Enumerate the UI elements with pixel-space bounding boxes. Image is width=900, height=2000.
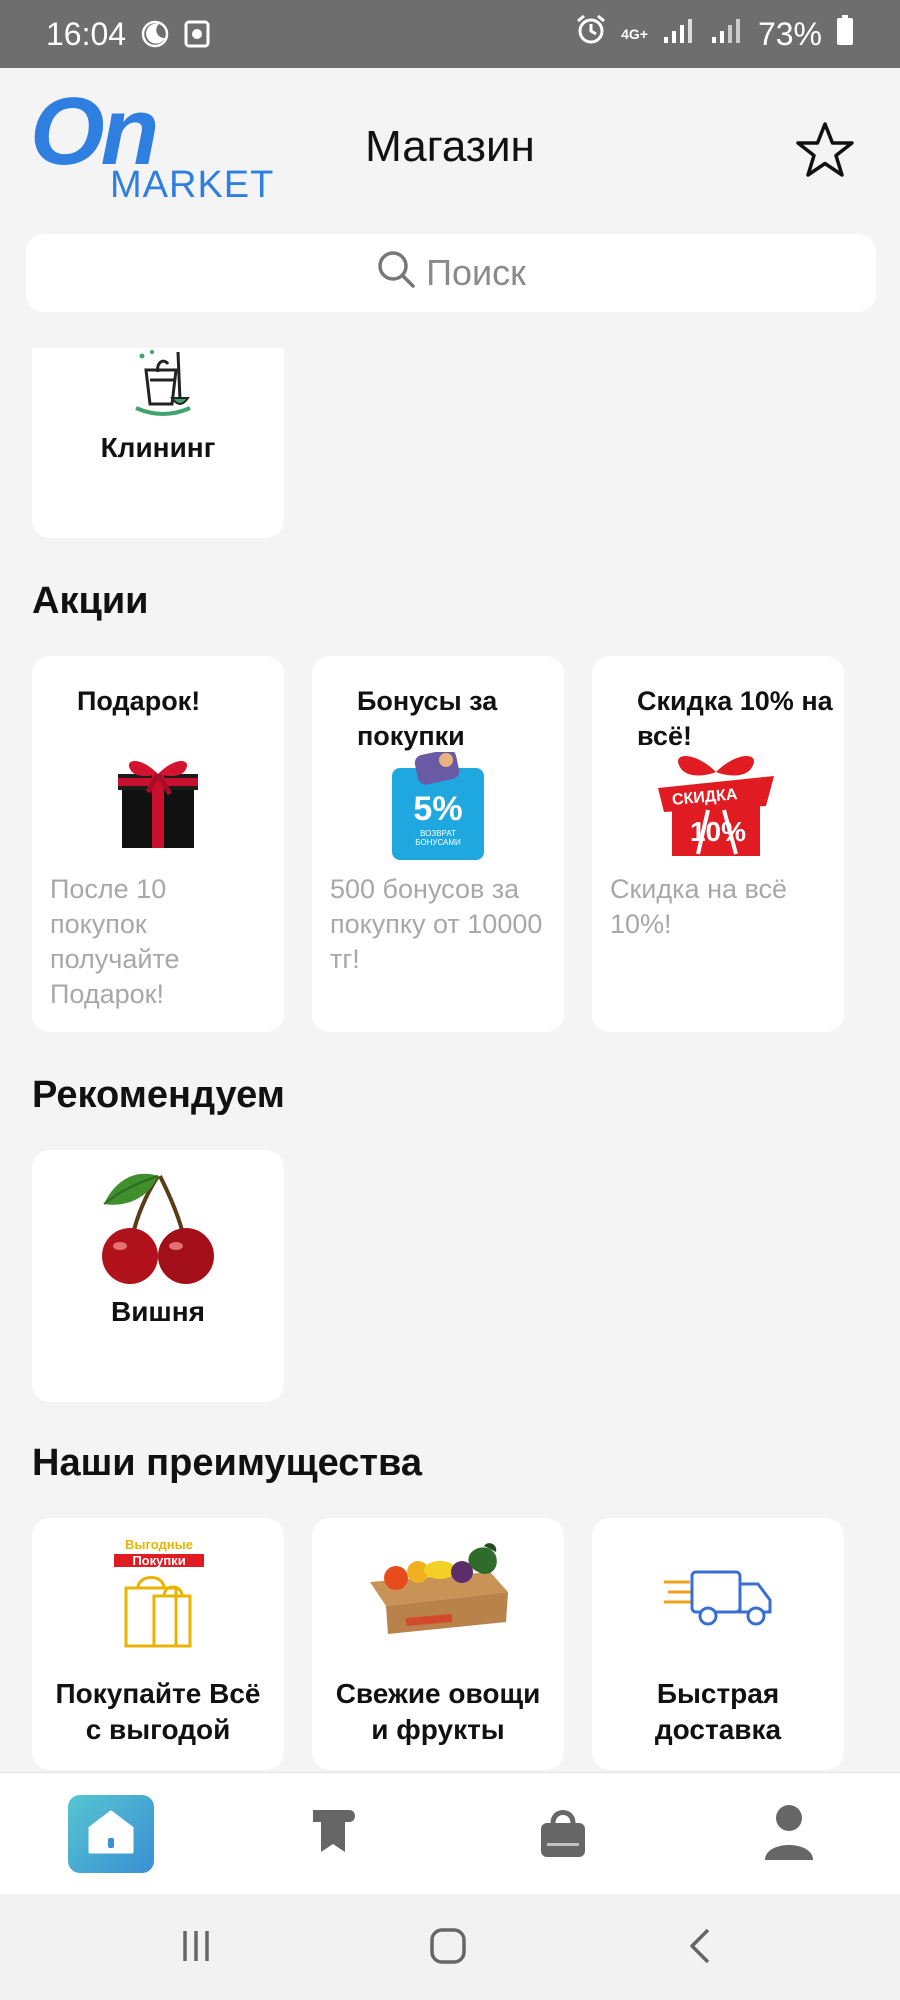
section-title-advantages: Наши преимущества bbox=[32, 1442, 423, 1484]
status-time: 16:04 bbox=[46, 15, 127, 52]
home-button[interactable] bbox=[426, 1924, 470, 1968]
profile-icon bbox=[762, 1802, 816, 1867]
product-name: Вишня bbox=[110, 1296, 206, 1327]
bag-text-1: Выгодные bbox=[125, 1537, 193, 1552]
promo-card-gift[interactable]: Подарок! После 10 покупок получайте Пода… bbox=[32, 656, 284, 1032]
cashback-percent: 5% bbox=[413, 790, 463, 828]
signal-icon-2 bbox=[710, 16, 744, 53]
back-button[interactable] bbox=[680, 1924, 720, 1968]
recent-apps-button[interactable] bbox=[176, 1924, 216, 1968]
nav-cart[interactable] bbox=[520, 1795, 606, 1873]
catalog-icon bbox=[303, 1804, 363, 1865]
advantage-card-savings[interactable]: Выгодные Покупки Покупайте Всё с выгодой bbox=[32, 1518, 284, 1770]
advantage-card-delivery[interactable]: Быстрая доставка bbox=[592, 1518, 844, 1770]
battery-icon bbox=[836, 14, 854, 54]
advantage-label: Покупайте Всё с выгодой bbox=[55, 1678, 261, 1746]
bottom-navigation bbox=[0, 1772, 900, 1894]
signal-icon bbox=[662, 16, 696, 53]
alarm-icon bbox=[575, 14, 607, 54]
search-placeholder: Поиск bbox=[426, 252, 526, 293]
promo-card-discount[interactable]: Скидка 10% на всё! СКИДКА 10% Скидка на … bbox=[592, 656, 844, 1032]
promo-description: После 10 покупок получайте Подарок! bbox=[50, 874, 180, 1010]
bag-text-2: Покупки bbox=[114, 1554, 204, 1567]
section-title-recommended: Рекомендуем bbox=[32, 1074, 285, 1116]
promo-title: Скидка 10% на всё! bbox=[637, 686, 833, 752]
battery-percent: 73% bbox=[757, 15, 822, 52]
advantage-label: Быстрая доставка bbox=[654, 1678, 782, 1746]
search-input[interactable]: Поиск bbox=[26, 234, 876, 312]
advantage-label: Свежие овощи и фрукты bbox=[335, 1678, 541, 1746]
promo-title: Подарок! bbox=[77, 686, 201, 716]
delivery-truck-icon bbox=[662, 1568, 774, 1633]
discount-value: 10% bbox=[689, 816, 747, 847]
network-type: 4G+ bbox=[621, 26, 648, 42]
search-icon bbox=[376, 249, 416, 298]
gift-box-icon bbox=[108, 748, 208, 863]
shopping-bag-icon: Выгодные Покупки bbox=[114, 1538, 204, 1648]
nav-catalog[interactable] bbox=[290, 1795, 376, 1873]
vegetable-box-icon bbox=[366, 1542, 512, 1639]
moon-icon bbox=[140, 19, 170, 49]
category-label: Клининг bbox=[100, 432, 216, 463]
section-title-promotions: Акции bbox=[32, 580, 149, 622]
app-header: On MARKET Магазин bbox=[0, 68, 900, 228]
cashback-5-percent-icon: 5% ВОЗВРАТ БОНУСАМИ bbox=[390, 752, 486, 862]
nav-profile[interactable] bbox=[746, 1795, 832, 1873]
shopping-bag-icon bbox=[537, 1803, 589, 1866]
favorites-star-icon[interactable] bbox=[794, 120, 856, 182]
page-title: Магазин bbox=[365, 122, 535, 171]
cashback-subtitle: ВОЗВРАТ БОНУСАМИ bbox=[415, 829, 461, 847]
system-navigation-bar bbox=[0, 1894, 900, 2000]
cherry-icon bbox=[84, 1168, 234, 1291]
cleaning-bucket-icon bbox=[128, 348, 198, 425]
promo-title: Бонусы за покупки bbox=[357, 686, 498, 752]
status-bar: 16:04 4G+ 73% bbox=[0, 0, 900, 68]
promo-description: 500 бонусов за покупку от 10000 тг! bbox=[330, 874, 543, 975]
home-icon bbox=[86, 1808, 136, 1861]
screenshot-icon bbox=[184, 19, 210, 49]
promo-card-bonus[interactable]: Бонусы за покупки 5% ВОЗВРАТ БОНУСАМИ 50… bbox=[312, 656, 564, 1032]
discount-10-percent-icon: СКИДКА 10% bbox=[654, 750, 778, 860]
promo-description: Скидка на всё 10%! bbox=[610, 874, 788, 940]
nav-home[interactable] bbox=[68, 1795, 154, 1873]
product-card-cherry[interactable]: Вишня bbox=[32, 1150, 284, 1402]
category-card-cleaning[interactable]: Клининг bbox=[32, 348, 284, 538]
advantage-card-fresh[interactable]: Свежие овощи и фрукты bbox=[312, 1518, 564, 1770]
